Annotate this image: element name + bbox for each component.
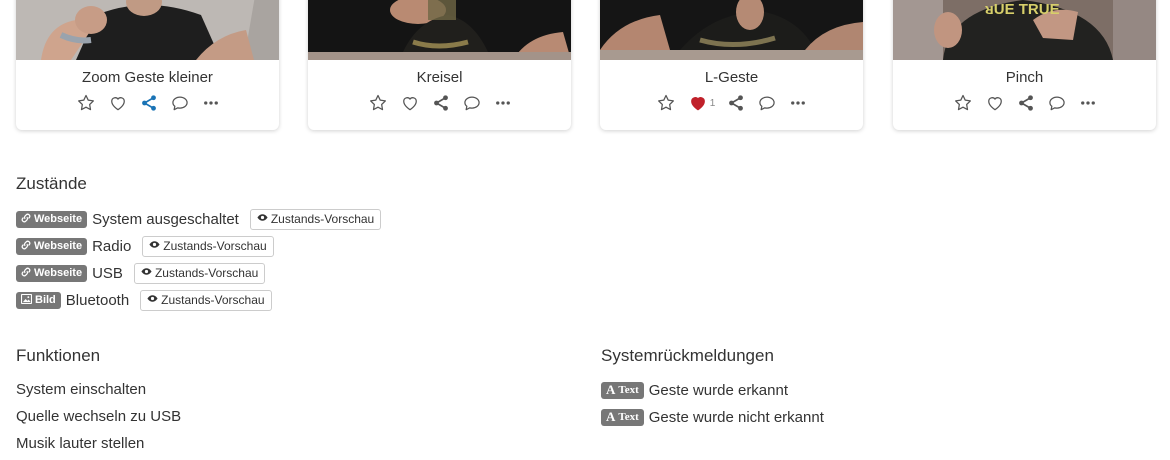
card-actions bbox=[893, 93, 1156, 113]
state-preview-button[interactable]: Zustands-Vorschau bbox=[142, 235, 274, 257]
feedback-label: Geste wurde nicht erkannt bbox=[648, 408, 824, 426]
state-row: Bild Bluetooth Zustands-Vorschau bbox=[16, 289, 272, 311]
function-item[interactable]: Musik lauter stellen bbox=[16, 435, 144, 452]
share-icon[interactable] bbox=[1017, 93, 1035, 113]
webpage-badge: Webseite bbox=[16, 210, 88, 228]
link-icon bbox=[21, 267, 31, 280]
heart-icon[interactable] bbox=[400, 93, 420, 113]
feedback-heading: Systemrückmeldungen bbox=[601, 346, 774, 365]
comment-icon[interactable] bbox=[757, 93, 777, 113]
card-actions: 1 bbox=[600, 93, 863, 113]
state-preview-button[interactable]: Zustands-Vorschau bbox=[249, 208, 382, 230]
video-thumbnail[interactable]: ᴚUE TRUE bbox=[893, 0, 1156, 60]
state-row: Webseite Radio Zustands-Vorschau bbox=[16, 235, 274, 257]
share-icon[interactable] bbox=[432, 93, 450, 113]
more-icon[interactable] bbox=[494, 93, 512, 113]
card-title: Pinch bbox=[1005, 69, 1044, 86]
star-icon[interactable] bbox=[76, 93, 96, 113]
heart-icon[interactable] bbox=[108, 93, 128, 113]
eye-icon bbox=[257, 212, 268, 226]
video-thumbnail[interactable] bbox=[308, 0, 571, 60]
state-label: USB bbox=[92, 264, 123, 282]
function-item[interactable]: Quelle wechseln zu USB bbox=[16, 408, 181, 425]
more-icon[interactable] bbox=[202, 93, 220, 113]
share-icon[interactable] bbox=[140, 93, 158, 113]
text-badge: A Text bbox=[601, 381, 644, 399]
state-label: System ausgeschaltet bbox=[92, 210, 239, 228]
link-icon bbox=[21, 240, 31, 253]
text-icon: A bbox=[606, 382, 616, 397]
link-icon bbox=[21, 213, 31, 226]
star-icon[interactable] bbox=[368, 93, 388, 113]
text-icon: A bbox=[606, 409, 616, 424]
card-title: Zoom Geste kleiner bbox=[82, 69, 213, 86]
gesture-card[interactable]: ᴚUE TRUE Pinch bbox=[893, 0, 1156, 130]
star-icon[interactable] bbox=[953, 93, 973, 113]
heart-icon[interactable]: 1 bbox=[688, 93, 716, 113]
functions-heading: Funktionen bbox=[16, 346, 101, 365]
gesture-card[interactable]: Zoom Geste kleiner bbox=[16, 0, 279, 130]
more-icon[interactable] bbox=[789, 93, 807, 113]
text-badge: A Text bbox=[601, 408, 644, 426]
states-heading: Zustände bbox=[16, 174, 87, 193]
gesture-card[interactable]: L-Geste 1 bbox=[600, 0, 863, 130]
image-badge: Bild bbox=[16, 291, 61, 309]
card-title: L-Geste bbox=[704, 69, 759, 86]
like-count: 1 bbox=[709, 97, 716, 109]
function-item[interactable]: System einschalten bbox=[16, 381, 146, 398]
eye-icon bbox=[141, 266, 152, 280]
image-icon bbox=[20, 293, 33, 307]
state-preview-button[interactable]: Zustands-Vorschau bbox=[140, 289, 272, 311]
state-label: Radio bbox=[92, 237, 132, 255]
eye-icon bbox=[149, 239, 160, 253]
card-actions bbox=[16, 93, 279, 113]
webpage-badge: Webseite bbox=[16, 264, 88, 282]
more-icon[interactable] bbox=[1079, 93, 1097, 113]
state-row: Webseite USB Zustands-Vorschau bbox=[16, 262, 266, 284]
card-actions bbox=[308, 93, 571, 113]
feedback-row: A Text Geste wurde nicht erkannt bbox=[601, 406, 835, 428]
comment-icon[interactable] bbox=[170, 93, 190, 113]
gesture-cards: Zoom Geste kleiner Kreisel L-Geste 1 ᴚUE… bbox=[0, 0, 1170, 140]
feedback-row: A Text Geste wurde erkannt bbox=[601, 379, 799, 401]
state-label: Bluetooth bbox=[65, 291, 130, 309]
share-icon[interactable] bbox=[727, 93, 745, 113]
comment-icon[interactable] bbox=[1047, 93, 1067, 113]
gesture-card[interactable]: Kreisel bbox=[308, 0, 571, 130]
state-preview-button[interactable]: Zustands-Vorschau bbox=[133, 262, 266, 284]
comment-icon[interactable] bbox=[462, 93, 482, 113]
feedback-label: Geste wurde erkannt bbox=[648, 381, 789, 399]
heart-icon[interactable] bbox=[985, 93, 1005, 113]
eye-icon bbox=[147, 293, 158, 307]
card-title: Kreisel bbox=[416, 69, 463, 86]
state-row: Webseite System ausgeschaltet Zustands-V… bbox=[16, 208, 382, 230]
webpage-badge: Webseite bbox=[16, 237, 88, 255]
video-thumbnail[interactable] bbox=[600, 0, 863, 60]
shirt-print: ᴚUE TRUE bbox=[985, 1, 1060, 18]
star-icon[interactable] bbox=[656, 93, 676, 113]
video-thumbnail[interactable] bbox=[16, 0, 279, 60]
